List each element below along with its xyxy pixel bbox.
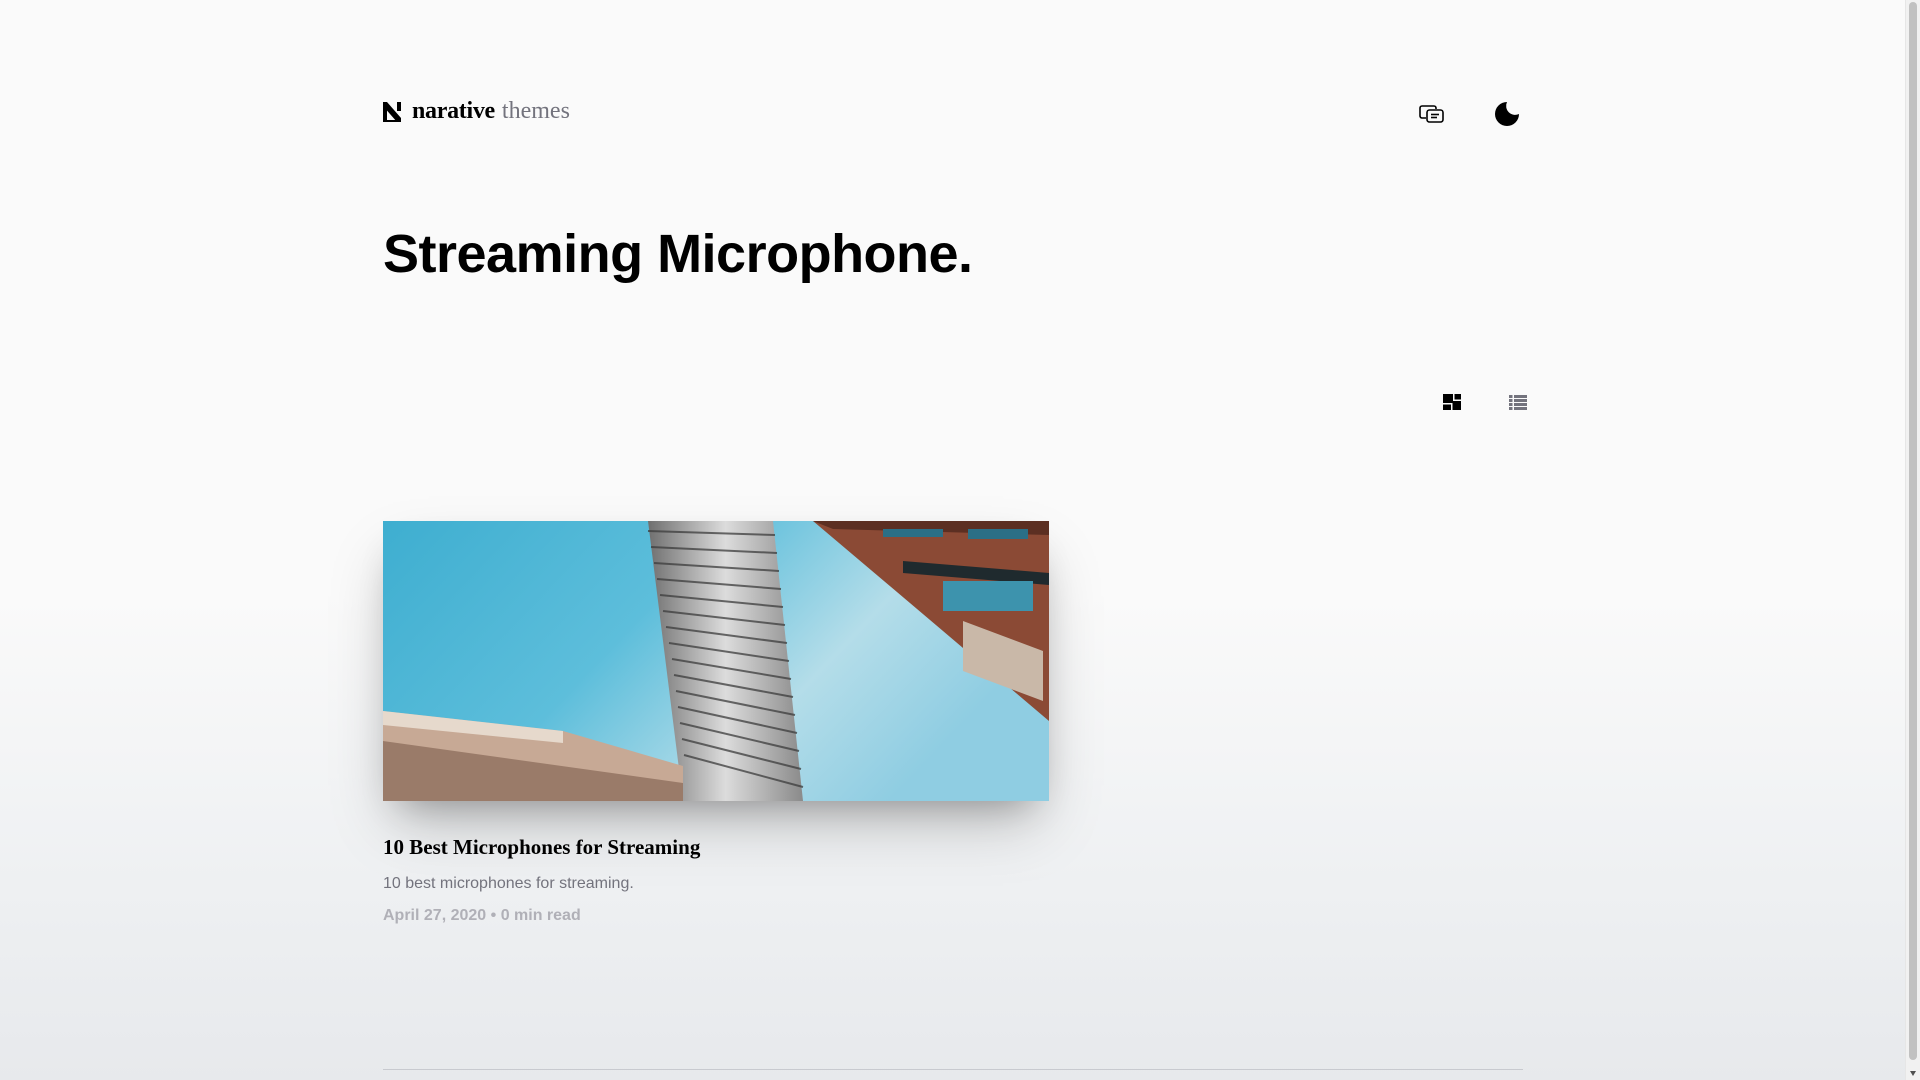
logo-text-bold: narative	[412, 98, 495, 124]
footer-divider	[383, 1069, 1523, 1070]
page-title: Streaming Microphone.	[383, 224, 973, 284]
list-layout-icon	[1509, 394, 1527, 410]
grid-layout-button[interactable]	[1438, 388, 1466, 416]
grid-layout-icon	[1443, 394, 1461, 410]
meta-separator: •	[490, 907, 497, 924]
narative-logo-icon	[383, 101, 401, 122]
article-meta: April 27, 2020 • 0 min read	[383, 905, 1049, 927]
page-scrollbar[interactable]	[1905, 0, 1920, 1080]
list-layout-button[interactable]	[1504, 388, 1532, 416]
article-hero-image[interactable]	[383, 521, 1049, 801]
site-header: narative themes	[383, 96, 1523, 132]
article-reading-time: 0 min read	[500, 907, 581, 924]
scroll-down-arrow-icon[interactable]	[1910, 1071, 1916, 1076]
article-card[interactable]: 10 Best Microphones for Streaming 10 bes…	[383, 521, 1049, 927]
logo-text-light: themes	[501, 98, 570, 124]
dark-mode-toggle[interactable]	[1489, 96, 1525, 132]
share-icon	[1419, 105, 1444, 123]
moon-icon	[1495, 102, 1519, 126]
article-excerpt: 10 best microphones for streaming.	[383, 875, 634, 892]
article-title[interactable]: 10 Best Microphones for Streaming	[383, 833, 1049, 861]
article-date: April 27, 2020	[383, 907, 487, 924]
scrollbar-thumb[interactable]	[1909, 2, 1917, 1060]
site-logo[interactable]: narative themes	[383, 98, 570, 125]
share-button[interactable]	[1414, 96, 1450, 132]
